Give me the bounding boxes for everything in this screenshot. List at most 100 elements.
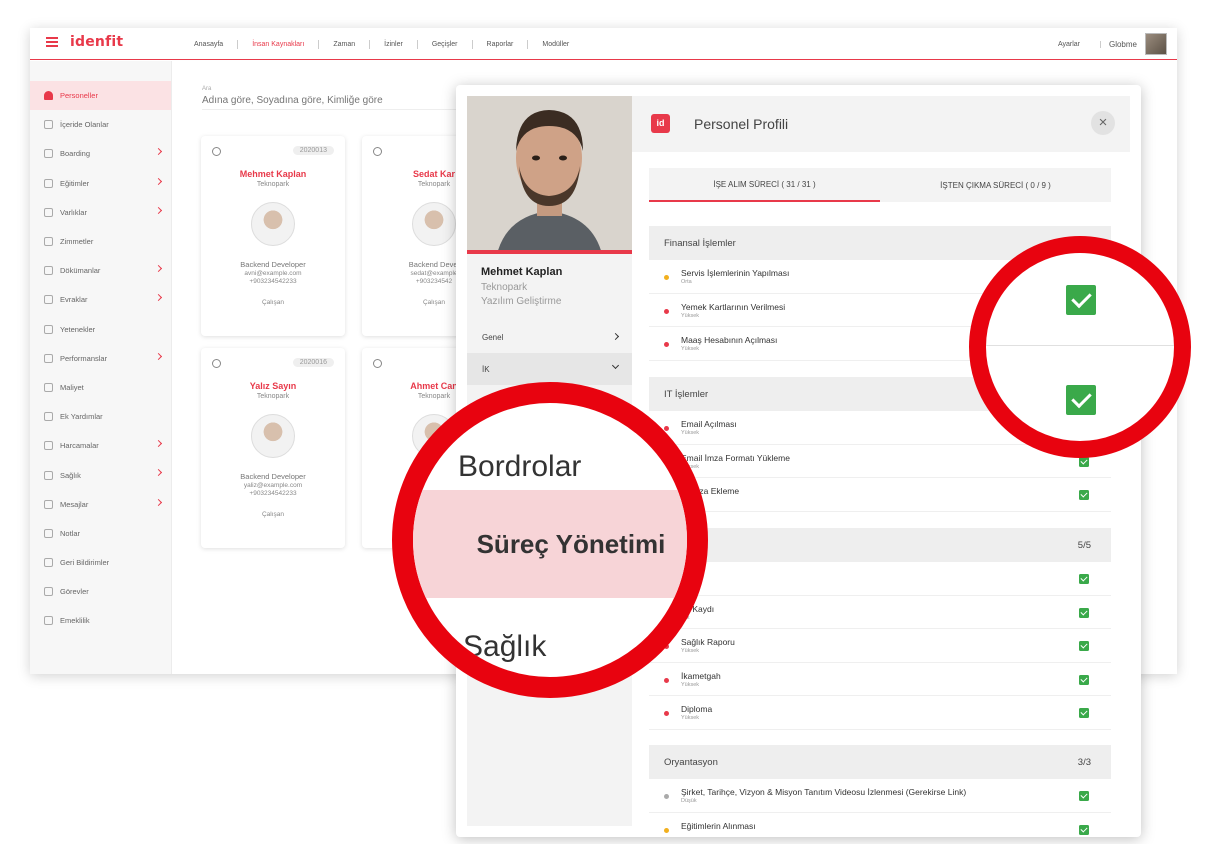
task-priority: Yüksek <box>681 681 700 688</box>
sidebar-item-notlar[interactable]: Notlar <box>30 519 171 548</box>
checkbox-checked-icon[interactable] <box>1079 456 1089 467</box>
sidebar-item-iceride-olanlar[interactable]: İçeride Olanlar <box>30 110 171 139</box>
check-icon <box>1066 385 1096 415</box>
app-logo[interactable]: idenfit <box>70 34 123 50</box>
profile-menu-label: Genel <box>482 332 504 342</box>
nav-modules[interactable]: Modüller <box>528 40 583 49</box>
task-row[interactable]: al İmza Ekleme <box>649 478 1111 512</box>
nav-home[interactable]: Anasayfa <box>180 39 239 49</box>
checkbox-checked-icon[interactable] <box>1079 708 1089 719</box>
task-row[interactable]: ökum <box>649 562 1111 596</box>
employee-card[interactable]: 2020016 Yalız Sayın Teknopark Backend De… <box>201 348 345 548</box>
sidebar-item-geri-bildirimler[interactable]: Geri Bildirimler <box>30 548 171 577</box>
sidebar-item-performanslar[interactable]: Performanslar <box>30 344 171 373</box>
employee-role: Backend Developer <box>240 472 306 481</box>
task-row[interactable]: Diploma Yüksek <box>649 696 1111 730</box>
inside-icon <box>44 120 53 130</box>
priority-dot-icon <box>664 308 669 314</box>
employee-email: avni@example.com <box>244 270 302 277</box>
cost-icon <box>44 382 53 392</box>
checkbox-checked-icon[interactable] <box>1079 607 1089 618</box>
task-name: Diploma <box>681 704 713 715</box>
section-header[interactable]: Oryantasyon 3/3 <box>649 745 1111 779</box>
sidebar-item-emeklilik[interactable]: Emeklilik <box>30 606 171 635</box>
sidebar-item-saglik[interactable]: Sağlık <box>30 460 171 489</box>
task-row[interactable]: Sağlık Raporu Yüksek <box>649 629 1111 663</box>
priority-dot-icon <box>664 794 669 799</box>
nav-reports[interactable]: Raporlar <box>473 39 529 49</box>
tab-offboarding[interactable]: İŞTEN ÇIKMA SÜRECİ ( 0 / 9 ) <box>880 168 1111 202</box>
nav-leaves[interactable]: İzinler <box>370 39 418 49</box>
checkbox-checked-icon[interactable] <box>1079 791 1089 801</box>
sidebar-item-label: Varlıklar <box>60 207 87 217</box>
task-row[interactable]: Şirket, Tarihçe, Vizyon & Misyon Tanıtım… <box>649 779 1111 813</box>
select-radio[interactable] <box>212 359 221 368</box>
chevron-right-icon <box>154 265 163 273</box>
sidebar-item-mesajlar[interactable]: Mesajlar <box>30 490 171 519</box>
sidebar-item-yetenekler[interactable]: Yetenekler <box>30 315 171 344</box>
magnifier-menu-callout: Bordrolar Süreç Yönetimi Sağlık <box>392 382 708 698</box>
avatar <box>251 414 295 458</box>
employee-name[interactable]: Yalız Sayın <box>201 381 345 391</box>
user-avatar[interactable] <box>1145 33 1167 55</box>
sidebar-item-egitimler[interactable]: Eğitimler <box>30 169 171 198</box>
skills-icon <box>44 324 53 334</box>
profile-right-column: id Personel Profili × İŞE ALIM SÜRECİ ( … <box>632 96 1130 835</box>
settings-link[interactable]: Ayarlar <box>1058 40 1101 48</box>
sidebar-item-label: Maliyet <box>60 382 84 392</box>
employee-role: Backend Developer <box>240 260 306 269</box>
select-radio[interactable] <box>212 147 221 156</box>
sidebar-item-gorevler[interactable]: Görevler <box>30 577 171 606</box>
sidebar-item-personeller[interactable]: Personeller <box>30 81 171 111</box>
sidebar-item-evraklar[interactable]: Evraklar <box>30 285 171 314</box>
priority-dot-icon <box>664 342 669 348</box>
sidebar-item-ek-yardimlar[interactable]: Ek Yardımlar <box>30 402 171 431</box>
chevron-down-icon <box>611 361 620 370</box>
task-priority: Yüksek <box>681 648 700 655</box>
profile-menu-genel[interactable]: Genel <box>467 321 632 353</box>
performance-icon <box>44 353 53 363</box>
section-title: Oryantasyon <box>664 756 718 768</box>
sidebar-item-boarding[interactable]: Boarding <box>30 139 171 168</box>
task-row[interactable]: Eğitimlerin Alınması <box>649 813 1111 837</box>
checkbox-checked-icon[interactable] <box>1079 674 1089 685</box>
user-name[interactable]: Globme <box>1109 40 1137 49</box>
select-radio[interactable] <box>373 359 382 368</box>
select-radio[interactable] <box>373 147 382 156</box>
close-icon[interactable]: × <box>1091 111 1115 135</box>
nav-access[interactable]: Geçişler <box>418 39 473 49</box>
sidebar-item-dokumanlar[interactable]: Dökümanlar <box>30 256 171 285</box>
priority-dot-icon <box>664 827 669 833</box>
search-input[interactable] <box>202 95 472 110</box>
task-row[interactable]: ka Kaydısek <box>649 596 1111 630</box>
employee-phone: +903234542233 <box>249 278 297 285</box>
nav-hr[interactable]: İnsan Kaynakları <box>238 39 320 49</box>
retirement-icon <box>44 616 53 626</box>
process-tabs: İŞE ALIM SÜRECİ ( 31 / 31 ) İŞTEN ÇIKMA … <box>649 168 1111 202</box>
task-row[interactable]: İkametgah Yüksek <box>649 663 1111 697</box>
task-name: Eğitimlerin Alınması <box>681 820 756 831</box>
section-header[interactable]: rak Listesi5/5 <box>649 528 1111 562</box>
notes-icon <box>44 528 53 538</box>
employee-card[interactable]: 2020013 Mehmet Kaplan Teknopark Backend … <box>201 136 345 336</box>
sidebar-item-varliklar[interactable]: Varlıklar <box>30 198 171 227</box>
tab-onboarding[interactable]: İŞE ALIM SÜRECİ ( 31 / 31 ) <box>649 168 880 202</box>
checkbox-checked-icon[interactable] <box>1079 490 1089 501</box>
sidebar-item-harcamalar[interactable]: Harcamalar <box>30 431 171 460</box>
sidebar: Personeller İçeride Olanlar Boarding Eği… <box>30 61 172 674</box>
section-count: 5/5 <box>1077 539 1091 551</box>
chevron-right-icon <box>154 498 163 506</box>
sidebar-item-maliyet[interactable]: Maliyet <box>30 373 171 402</box>
checkbox-checked-icon[interactable] <box>1079 641 1089 652</box>
search-label: Ara <box>202 86 212 92</box>
checkbox-checked-icon[interactable] <box>1079 574 1089 584</box>
task-priority: Yüksek <box>681 464 1111 470</box>
sidebar-item-zimmetler[interactable]: Zimmetler <box>30 227 171 256</box>
checkbox-checked-icon[interactable] <box>1079 824 1089 835</box>
nav-time[interactable]: Zaman <box>319 39 371 49</box>
profile-menu-ik[interactable]: İK <box>467 353 632 385</box>
hamburger-menu-icon[interactable] <box>46 37 58 47</box>
employee-name[interactable]: Mehmet Kaplan <box>201 169 345 179</box>
avatar <box>251 202 295 246</box>
sidebar-item-label: Emeklilik <box>60 616 90 626</box>
